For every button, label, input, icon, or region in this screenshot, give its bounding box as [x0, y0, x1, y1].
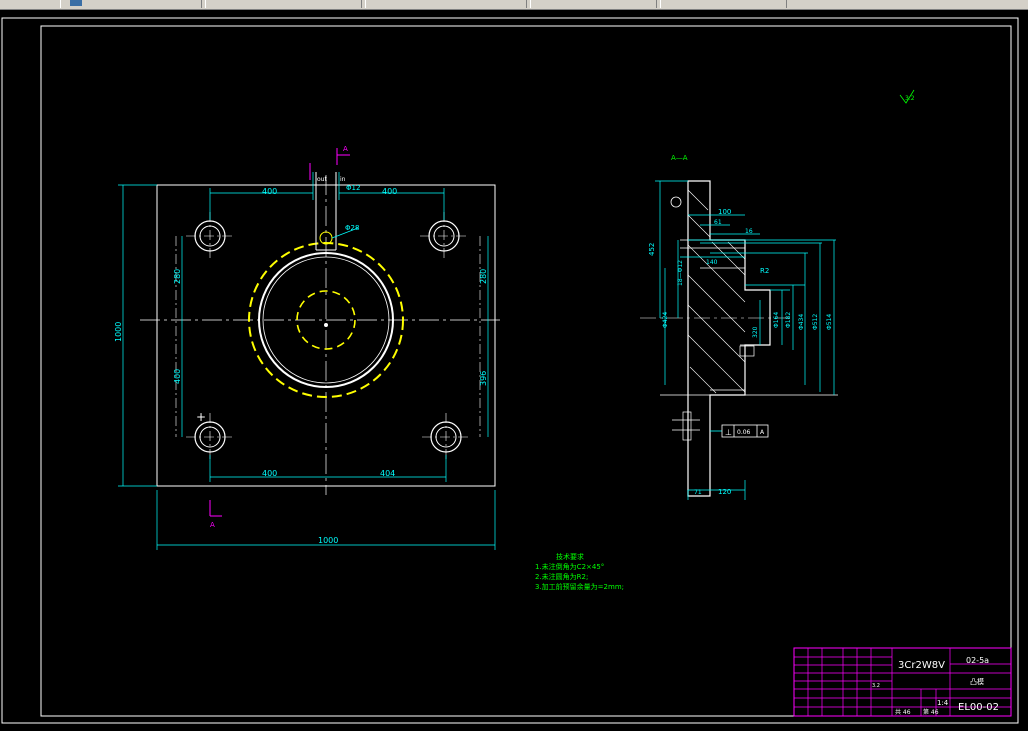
window-toolbar [0, 0, 1028, 10]
dim-left-upper: 280 [173, 269, 182, 284]
sec-dim-424: Φ424 [662, 312, 669, 328]
tolerance-datum: A [760, 429, 765, 436]
datum-a-circle [670, 196, 682, 208]
sec-dim-140: 140 [706, 259, 718, 266]
dim-circle-dia: Φ28 [345, 224, 359, 232]
sec-dim-120: 120 [718, 488, 731, 496]
dim-top-right: 400 [382, 187, 397, 196]
sec-dim-512: Φ512 [812, 314, 819, 330]
notes-heading: 技术要求 [556, 552, 584, 561]
plan-dimension-lines [118, 172, 496, 550]
section-title: A—A [671, 154, 688, 162]
pin-holes [194, 220, 462, 453]
section-features [660, 239, 838, 441]
toolbar-field-2[interactable] [205, 0, 362, 8]
sec-dim-320: 320 [752, 326, 759, 338]
sec-dim-18-12: 18—Φ12 [677, 260, 684, 286]
title-roughness: 3.2 [872, 683, 880, 689]
section-label-bottom: A [210, 521, 215, 529]
sec-dim-61: 61 [714, 219, 722, 226]
drawing-canvas[interactable]: + 400 400 Φ12 Φ28 400 404 1000 1000 280 … [0, 10, 1028, 727]
toolbar-field-1[interactable] [60, 0, 202, 8]
section-view: A—A 100 61 16 140 R2 452 18—Φ12 Φ424 Φ16… [640, 89, 915, 500]
sec-dim-514: Φ514 [826, 314, 833, 330]
toolbar-field-3[interactable] [365, 0, 527, 8]
center-mark [324, 323, 328, 327]
sec-dim-16: 16 [745, 228, 753, 235]
drawing-number: EL00-02 [958, 702, 999, 713]
section-markers [209, 148, 350, 517]
sheet-total: 共 46 [895, 708, 911, 716]
toolbar-field-5[interactable] [660, 0, 787, 8]
tolerance-frame: ⊥ 0.06 A [710, 424, 769, 438]
dim-right-lower: 396 [479, 371, 488, 386]
drawing-code-top: 02-5a [966, 656, 989, 665]
scale: 1:4 [937, 699, 949, 707]
dim-height: 1000 [114, 322, 123, 342]
part-name: 凸模 [970, 677, 984, 686]
cad-drawing: + 400 400 Φ12 Φ28 400 404 1000 1000 280 … [1, 17, 1019, 724]
label-out: out [317, 176, 327, 183]
sec-dim-452: 452 [648, 243, 656, 256]
sec-dim-100: 100 [718, 208, 731, 216]
toolbar-field-4[interactable] [530, 0, 657, 8]
sheet-inner-frame [40, 25, 1012, 717]
dim-left-lower: 400 [173, 369, 182, 384]
sheet-number: 第 46 [923, 708, 939, 716]
sec-dim-434: Φ434 [798, 314, 805, 330]
plan-view: + 400 400 Φ12 Φ28 400 404 1000 1000 280 … [114, 145, 500, 550]
dim-width: 1000 [318, 536, 338, 545]
dim-top-left: 400 [262, 187, 277, 196]
sec-dim-71: 71 [694, 489, 702, 496]
sheet-outer-frame [1, 17, 1019, 724]
material: 3Cr2W8V [898, 660, 945, 671]
sec-dim-182: Φ182 [785, 312, 792, 328]
dim-right-upper: 280 [479, 269, 488, 284]
dim-bottom-left: 400 [262, 469, 277, 478]
title-block: 3Cr2W8V 02-5a 凸模 EL00-02 1:4 共 46 第 46 3… [793, 647, 1012, 717]
tolerance-value: 0.06 [737, 429, 751, 436]
dim-pin-dia: Φ12 [346, 184, 360, 192]
technical-notes: 技术要求 1.未注倒角为C2×45° 2.未注圆角为R2; 3.加工前预留余量为… [535, 552, 624, 591]
label-in: in [340, 176, 346, 183]
sec-dim-164: Φ164 [773, 312, 780, 328]
note-2: 2.未注圆角为R2; [535, 572, 588, 581]
section-label-top: A [343, 145, 348, 153]
dim-bottom-right: 404 [380, 469, 395, 478]
note-1: 1.未注倒角为C2×45° [535, 562, 604, 571]
cursor-crosshair: + [196, 410, 206, 424]
pin-centerlines [175, 212, 481, 461]
sec-dim-r2: R2 [760, 267, 769, 275]
tolerance-symbol: ⊥ [725, 428, 732, 437]
note-3: 3.加工前预留余量为=2mm; [535, 582, 624, 591]
